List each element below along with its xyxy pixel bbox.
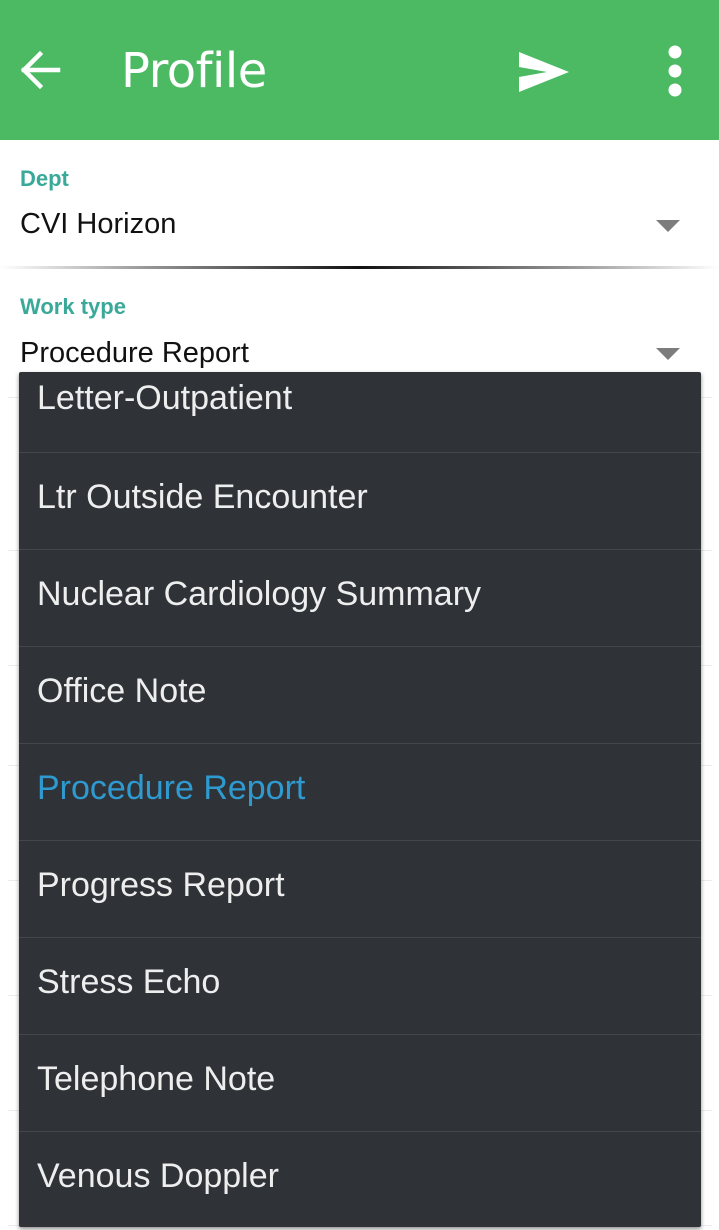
dropdown-item-label: Nuclear Cardiology Summary <box>37 575 482 613</box>
dropdown-item-ltr-outside-encounter[interactable]: Ltr Outside Encounter <box>19 453 701 550</box>
dropdown-item-progress-report[interactable]: Progress Report <box>19 841 701 938</box>
page-title: Profile <box>121 43 267 99</box>
dropdown-item-label: Office Note <box>37 672 207 710</box>
dropdown-item-nuclear-cardiology-summary[interactable]: Nuclear Cardiology Summary <box>19 550 701 647</box>
send-icon <box>519 52 569 92</box>
dropdown-item-label: Telephone Note <box>37 1060 276 1098</box>
work-type-dropdown-menu: Letter-Outpatient Ltr Outside Encounter … <box>19 372 701 1227</box>
dropdown-item-venous-doppler[interactable]: Venous Doppler <box>19 1132 701 1227</box>
arrow-back-icon <box>20 50 61 90</box>
more-options-button[interactable] <box>650 38 700 104</box>
dept-underline <box>0 266 719 269</box>
dept-label: Dept <box>20 166 69 191</box>
dropdown-item-procedure-report[interactable]: Procedure Report <box>19 744 701 841</box>
dropdown-arrow-icon <box>656 220 680 232</box>
dropdown-item-office-note[interactable]: Office Note <box>19 647 701 744</box>
dropdown-item-label: Stress Echo <box>37 963 221 1001</box>
dropdown-item-label: Venous Doppler <box>37 1157 279 1195</box>
dropdown-item-letter-outpatient[interactable]: Letter-Outpatient <box>19 372 701 453</box>
dropdown-item-label: Ltr Outside Encounter <box>37 478 368 516</box>
dropdown-item-label: Progress Report <box>37 866 285 904</box>
dropdown-item-stress-echo[interactable]: Stress Echo <box>19 938 701 1035</box>
dept-value: CVI Horizon <box>20 208 177 240</box>
dept-field: Dept CVI Horizon <box>0 140 719 270</box>
dropdown-arrow-icon <box>656 348 680 360</box>
work-type-value: Procedure Report <box>20 337 249 369</box>
more-vert-icon <box>668 45 682 97</box>
dropdown-item-telephone-note[interactable]: Telephone Note <box>19 1035 701 1132</box>
work-type-label: Work type <box>20 294 126 319</box>
send-button[interactable] <box>512 40 576 104</box>
app-bar: Profile <box>0 0 719 140</box>
back-button[interactable] <box>14 44 66 96</box>
dropdown-item-label: Letter-Outpatient <box>37 379 293 417</box>
dropdown-item-label: Procedure Report <box>37 769 306 807</box>
